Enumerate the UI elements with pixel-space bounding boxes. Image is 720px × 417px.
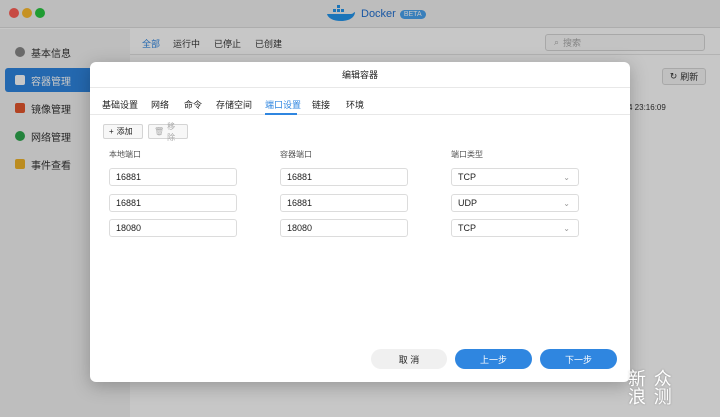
port-type-select[interactable]: TCP ⌄ [451,219,579,237]
port-type-value: TCP [458,172,476,182]
port-type-value: TCP [458,223,476,233]
chevron-down-icon: ⌄ [563,223,570,233]
column-local-port: 本地端口 [109,150,141,159]
tab-environment[interactable]: 环境 [346,98,364,111]
add-label: 添加 [116,127,133,136]
port-type-select[interactable]: UDP ⌄ [451,194,579,212]
container-port-field[interactable]: 16881 [280,194,408,212]
active-tab-indicator [265,113,297,115]
remove-port-button[interactable]: 🗑 移除 [148,122,188,142]
dialog-tabs: 基础设置 网络 命令 存储空间 端口设置 链接 环境 [90,89,630,115]
port-type-select[interactable]: TCP ⌄ [451,168,579,186]
add-port-button[interactable]: + 添加 [103,124,143,139]
tab-storage[interactable]: 存储空间 [216,98,252,111]
next-step-button[interactable]: 下一步 [540,349,617,369]
column-port-type: 端口类型 [451,150,483,159]
chevron-down-icon: ⌄ [563,172,570,182]
tab-network[interactable]: 网络 [151,98,169,111]
tab-basic-settings[interactable]: 基础设置 [102,98,138,111]
plus-icon: + [109,127,114,136]
watermark: 新 众 浪 测 [628,371,673,407]
container-port-field[interactable]: 16881 [280,168,408,186]
remove-label: 移除 [167,121,176,142]
local-port-field[interactable]: 18080 [109,219,237,237]
watermark-line-2: 浪 测 [628,387,673,408]
chevron-down-icon: ⌄ [563,198,570,208]
dialog-title: 编辑容器 [90,62,630,88]
tab-links[interactable]: 链接 [312,98,330,111]
local-port-field[interactable]: 16881 [109,194,237,212]
tab-port-settings[interactable]: 端口设置 [265,98,301,111]
cancel-button[interactable]: 取 消 [371,349,447,369]
container-port-field[interactable]: 18080 [280,219,408,237]
local-port-field[interactable]: 16881 [109,168,237,186]
previous-step-button[interactable]: 上一步 [455,349,532,369]
trash-icon: 🗑 [154,127,165,136]
port-type-value: UDP [458,198,478,208]
tab-command[interactable]: 命令 [184,98,202,111]
edit-container-dialog: 编辑容器 基础设置 网络 命令 存储空间 端口设置 链接 环境 + 添加 🗑 移… [90,62,630,382]
column-container-port: 容器端口 [280,150,312,159]
